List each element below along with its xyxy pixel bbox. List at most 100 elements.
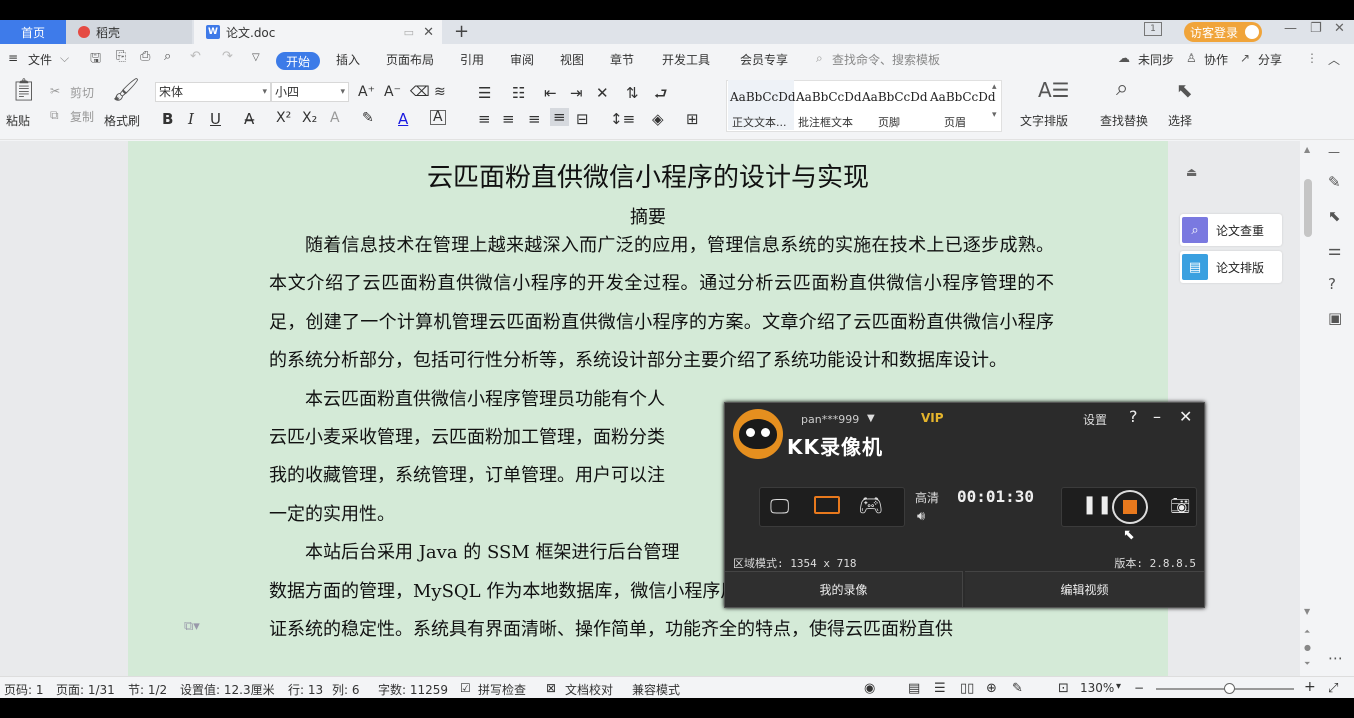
image-icon[interactable]: ▣ <box>1328 309 1342 327</box>
outline-view-icon[interactable]: ☰ <box>934 681 946 696</box>
collapse-ribbon-icon[interactable]: ︿ <box>1328 51 1340 68</box>
proofread-button[interactable]: 文档校对 <box>565 681 613 698</box>
kk-quality[interactable]: 高清 <box>915 489 939 506</box>
close-tab-icon[interactable]: ✕ <box>423 25 434 40</box>
find-icon[interactable]: ⌕ <box>1116 76 1128 101</box>
font-name-select[interactable]: 宋体 ▾ <box>155 82 271 102</box>
paper-layout-button[interactable]: ▤ 论文排版 <box>1180 251 1282 283</box>
minimize-icon[interactable]: – <box>1153 407 1161 426</box>
increase-indent-icon[interactable]: ⇥ <box>570 84 583 102</box>
help-icon[interactable]: ? <box>1328 275 1336 293</box>
clear-format-icon[interactable]: ⌫ <box>410 84 430 100</box>
region-mode-icon[interactable] <box>814 496 840 514</box>
text-layout-icon[interactable]: A☰ <box>1038 78 1070 102</box>
select-button[interactable]: 选择 <box>1168 112 1192 129</box>
tab-daoke[interactable]: 稻壳 <box>66 20 192 44</box>
grow-font-icon[interactable]: A⁺ <box>358 84 375 100</box>
paste-button[interactable]: 粘贴 <box>6 112 30 129</box>
format-painter-icon[interactable]: 🖌︎ <box>112 78 140 103</box>
zoom-out-icon[interactable]: − <box>1134 681 1144 695</box>
command-search-input[interactable]: 查找命令、搜索模板 <box>832 51 940 68</box>
fit-page-icon[interactable]: ⊡ <box>1058 681 1069 696</box>
export-icon[interactable]: ⎘ <box>116 49 126 64</box>
decrease-indent-icon[interactable]: ⇤ <box>544 84 557 102</box>
share-button[interactable]: 分享 <box>1258 51 1282 68</box>
user-dropdown-icon[interactable]: ▼ <box>867 413 875 424</box>
zoom-slider-handle[interactable] <box>1224 683 1235 694</box>
shrink-font-icon[interactable]: A⁻ <box>384 84 401 100</box>
write-view-icon[interactable]: ✎ <box>1012 681 1023 696</box>
tab-home[interactable]: 首页 <box>0 20 66 44</box>
find-replace-button[interactable]: 查找替换 <box>1100 112 1148 129</box>
format-painter-button[interactable]: 格式刷 <box>104 112 140 129</box>
menu-page-layout[interactable]: 页面布局 <box>386 51 434 68</box>
copy-button[interactable]: 复制 <box>70 108 94 125</box>
menu-file[interactable]: 文件 <box>28 51 52 68</box>
spellcheck-button[interactable]: 拼写检查 <box>478 681 526 698</box>
menu-member[interactable]: 会员专享 <box>740 51 788 68</box>
char-border-icon[interactable]: A <box>430 110 446 125</box>
menu-insert[interactable]: 插入 <box>336 51 360 68</box>
pin-icon[interactable]: ▭ <box>404 26 414 39</box>
underline-icon[interactable]: U <box>210 110 221 128</box>
minimize-icon[interactable]: — <box>1284 21 1297 36</box>
cursor-icon[interactable]: ⬉ <box>1176 78 1193 102</box>
sync-button[interactable]: 未同步 <box>1138 51 1174 68</box>
justify-icon[interactable]: ≡ <box>550 108 569 126</box>
redo-icon[interactable]: ↷ <box>222 49 233 64</box>
menu-developer[interactable]: 开发工具 <box>662 51 710 68</box>
zoom-dropdown-icon[interactable]: ▾ <box>1116 681 1121 692</box>
style-footer[interactable]: AaBbCcDd 页脚 <box>860 80 928 130</box>
chevron-down-icon[interactable]: ⌵ <box>60 51 69 66</box>
scroll-up-icon[interactable]: ▲ <box>1304 145 1310 154</box>
screenshot-icon[interactable]: 📷︎ <box>1170 496 1190 515</box>
kk-settings-button[interactable]: 设置 <box>1083 411 1107 428</box>
distribute-icon[interactable]: ⊟ <box>576 110 589 128</box>
pause-icon[interactable]: ❚❚ <box>1082 494 1112 515</box>
scrollbar-thumb[interactable] <box>1304 179 1312 237</box>
close-icon[interactable]: ✕ <box>1179 407 1192 426</box>
save-icon[interactable]: 🖫 <box>90 49 101 71</box>
style-scroll-down-icon[interactable]: ▾ <box>992 110 997 120</box>
style-scroll-up-icon[interactable]: ▴ <box>992 82 997 92</box>
paper-check-button[interactable]: ⌕ 论文查重 <box>1180 214 1282 246</box>
menu-view[interactable]: 视图 <box>560 51 584 68</box>
kk-vip-badge[interactable]: VIP <box>921 411 944 425</box>
zoom-in-icon[interactable]: + <box>1304 679 1316 695</box>
fullscreen-icon[interactable]: ⤢ <box>1328 681 1338 696</box>
page-count-icon[interactable]: 1 <box>1144 22 1162 36</box>
fullscreen-mode-icon[interactable]: 🖵︎ <box>770 494 789 518</box>
text-layout-button[interactable]: 文字排版 <box>1020 112 1068 129</box>
align-left-icon[interactable]: ≡ <box>478 110 491 128</box>
more-icon[interactable]: ⋮ <box>1306 51 1318 65</box>
zoom-level[interactable]: 130% <box>1080 681 1114 695</box>
highlight-icon[interactable]: ✎ <box>362 110 374 126</box>
align-center-icon[interactable]: ≡ <box>502 110 515 128</box>
maximize-icon[interactable]: ❐ <box>1310 21 1322 36</box>
shading-icon[interactable]: ◈ <box>652 110 664 128</box>
pen-icon[interactable]: ✎ <box>1328 173 1341 191</box>
borders-icon[interactable]: ⊞ <box>686 110 699 128</box>
print-preview-icon[interactable]: ⌕ <box>164 49 171 64</box>
pointer-icon[interactable]: ⬉ <box>1328 207 1341 225</box>
volume-icon[interactable]: 🔊︎ <box>917 509 925 524</box>
hamburger-icon[interactable]: ≡ <box>8 51 18 65</box>
page-view-icon[interactable]: ▤ <box>908 681 920 696</box>
stop-record-button[interactable] <box>1112 490 1148 524</box>
menu-references[interactable]: 引用 <box>460 51 484 68</box>
chinese-layout-icon[interactable]: ✕ <box>596 84 609 102</box>
superscript-icon[interactable]: X² <box>276 110 291 126</box>
collab-button[interactable]: 协作 <box>1204 51 1228 68</box>
italic-icon[interactable]: I <box>188 110 194 128</box>
style-body-text[interactable]: AaBbCcDd 正文文本... <box>728 80 796 130</box>
phonetic-icon[interactable]: ≋ <box>434 84 446 100</box>
bullets-icon[interactable]: ☰ <box>478 84 491 102</box>
style-comment-text[interactable]: AaBbCcDd 批注框文本 <box>794 80 862 130</box>
tab-document[interactable]: W 论文.doc ▭ ✕ <box>194 20 442 44</box>
align-right-icon[interactable]: ≡ <box>528 110 541 128</box>
edit-video-button[interactable]: 编辑视频 <box>965 571 1204 607</box>
menu-icon[interactable]: — <box>1328 145 1340 159</box>
cut-button[interactable]: 剪切 <box>70 84 94 101</box>
adjust-icon[interactable]: ⚌ <box>1328 241 1341 259</box>
vertical-scrollbar[interactable]: ▲ ▼ ⏶ ● ⏷ <box>1300 141 1316 676</box>
